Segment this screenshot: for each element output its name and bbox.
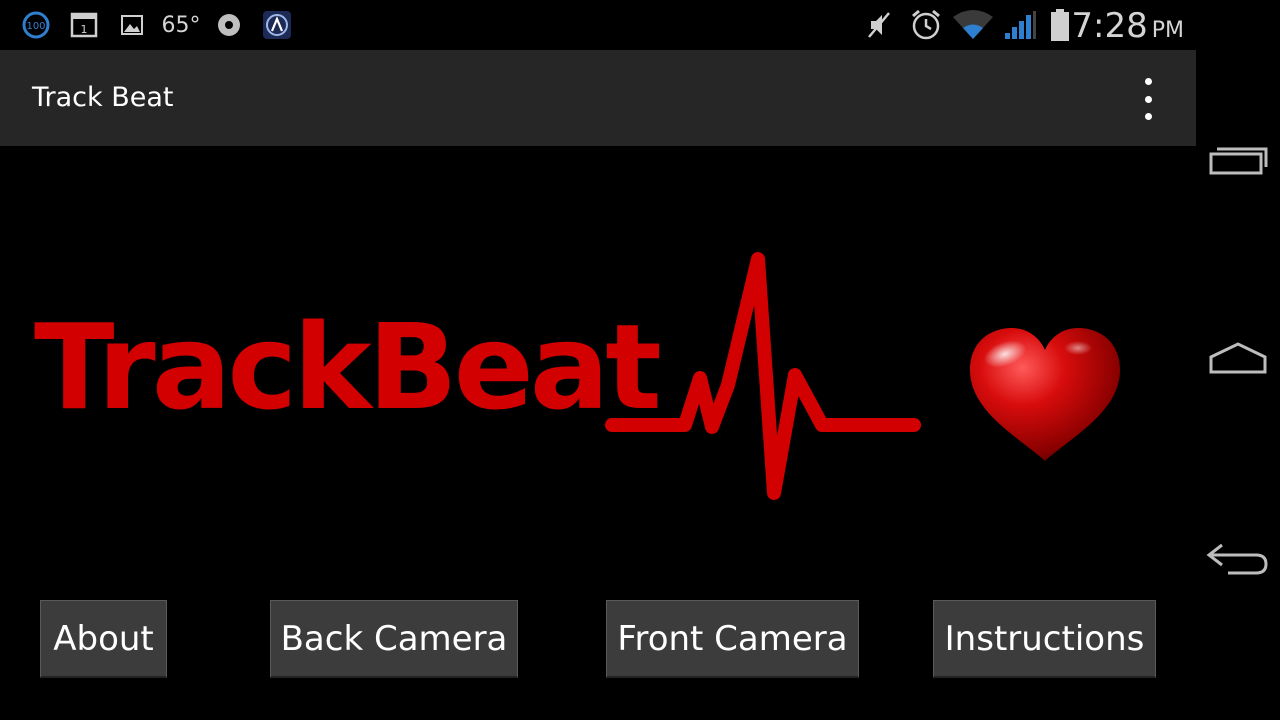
home-icon[interactable] [1196, 313, 1280, 403]
logo-text: TrackBeat [34, 298, 662, 436]
back-camera-button[interactable]: Back Camera [270, 600, 518, 678]
battery-icon [1048, 9, 1072, 41]
heart-icon [970, 328, 1120, 461]
heartbeat-line-icon [605, 252, 921, 500]
action-bar: Track Beat [0, 50, 1196, 146]
clock-ampm: PM [1151, 18, 1184, 43]
alarm-icon [908, 9, 944, 41]
app-title: Track Beat [32, 82, 174, 113]
signal-icon [1002, 9, 1038, 41]
instructions-button[interactable]: Instructions [933, 600, 1156, 678]
clock: 7:28 PM [1071, 6, 1184, 46]
clock-time: 7:28 [1071, 6, 1148, 46]
navigation-bar [1196, 0, 1280, 720]
temperature-readout: 65° [161, 12, 201, 38]
mute-icon [862, 9, 896, 41]
status-bar: 100 1 65° 7:28 PM [0, 0, 1196, 50]
app-notification-icon [262, 9, 292, 41]
battery-saver-value: 100 [26, 21, 45, 32]
disc-icon [214, 9, 244, 41]
calendar-icon: 1 [68, 9, 100, 41]
recent-apps-icon[interactable] [1196, 115, 1280, 205]
back-icon[interactable] [1196, 512, 1280, 602]
wifi-icon [952, 9, 994, 41]
battery-saver-icon: 100 [20, 9, 52, 41]
about-button[interactable]: About [40, 600, 167, 678]
image-icon [118, 9, 146, 41]
overflow-menu-icon[interactable] [1132, 78, 1164, 120]
front-camera-button[interactable]: Front Camera [606, 600, 859, 678]
calendar-day: 1 [81, 23, 88, 36]
